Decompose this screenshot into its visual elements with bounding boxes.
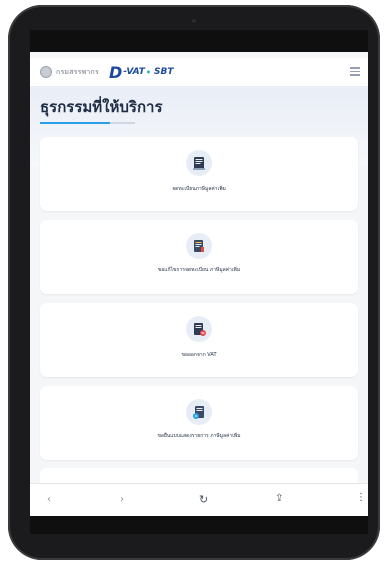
browser-screen: กรมสรรพากร D -VAT • SBT ธุรกรรมที่ให้บริ… (30, 52, 368, 516)
service-cards: จดทะเบียนภาษีมูลค่าเพิ่ม ขอแก้ไขการจดทะเ… (40, 137, 358, 469)
revenue-department-text: กรมสรรพากร (56, 67, 99, 76)
forward-icon[interactable]: › (120, 494, 124, 505)
camera-icon (192, 19, 196, 23)
service-card-next[interactable] (40, 468, 358, 483)
home-indicator[interactable] (120, 508, 246, 510)
dvat-logo-d: D (108, 62, 123, 82)
document-submit-icon (186, 399, 212, 425)
service-card-label: ขอแก้ไขการจดทะเบียน ภาษีมูลค่าเพิ่ม (157, 267, 241, 273)
status-bar (30, 30, 368, 52)
dvat-logo-vat: -VAT (123, 67, 145, 77)
service-card-vat-register[interactable]: จดทะเบียนภาษีมูลค่าเพิ่ม (40, 137, 358, 211)
revenue-department-seal-icon (40, 66, 52, 78)
back-icon[interactable]: ‹ (47, 494, 51, 505)
service-card-label: ขอออกจาก VAT (181, 352, 217, 358)
service-card-vat-edit[interactable]: ขอแก้ไขการจดทะเบียน ภาษีมูลค่าเพิ่ม (40, 220, 358, 294)
more-icon[interactable]: ⋮ (356, 492, 366, 503)
reload-icon[interactable]: ↻ (199, 493, 208, 506)
page-title: ธุรกรรมที่ให้บริการ (40, 98, 163, 116)
service-card-label: จดทะเบียนภาษีมูลค่าเพิ่ม (172, 186, 226, 192)
document-register-icon (186, 150, 212, 176)
menu-icon[interactable] (350, 67, 360, 76)
share-icon[interactable]: ⇪ (275, 493, 283, 504)
page-title-wrap: ธุรกรรมที่ให้บริการ (40, 98, 163, 124)
title-underline (40, 122, 135, 124)
document-edit-icon (186, 233, 212, 259)
service-card-vat-submit[interactable]: ขอยื่นแบบแสดงรายการ ภาษีมูลค่าเพิ่ม (40, 386, 358, 460)
dvat-logo-dot: • (145, 67, 152, 77)
service-card-vat-exit[interactable]: ขอออกจาก VAT (40, 303, 358, 377)
brand-logos: กรมสรรพากร D -VAT • SBT (40, 63, 174, 82)
service-card-label: ขอยื่นแบบแสดงรายการ ภาษีมูลค่าเพิ่ม (157, 433, 241, 439)
site-header: กรมสรรพากร D -VAT • SBT (30, 58, 368, 87)
dvat-sbt-logo[interactable]: D -VAT • SBT (109, 63, 174, 82)
vat-exit-icon (186, 316, 212, 342)
home-area (30, 516, 368, 534)
dvat-logo-sbt: SBT (154, 67, 174, 77)
browser-toolbar: ‹ › ↻ ⇪ ⋮ (30, 483, 368, 516)
